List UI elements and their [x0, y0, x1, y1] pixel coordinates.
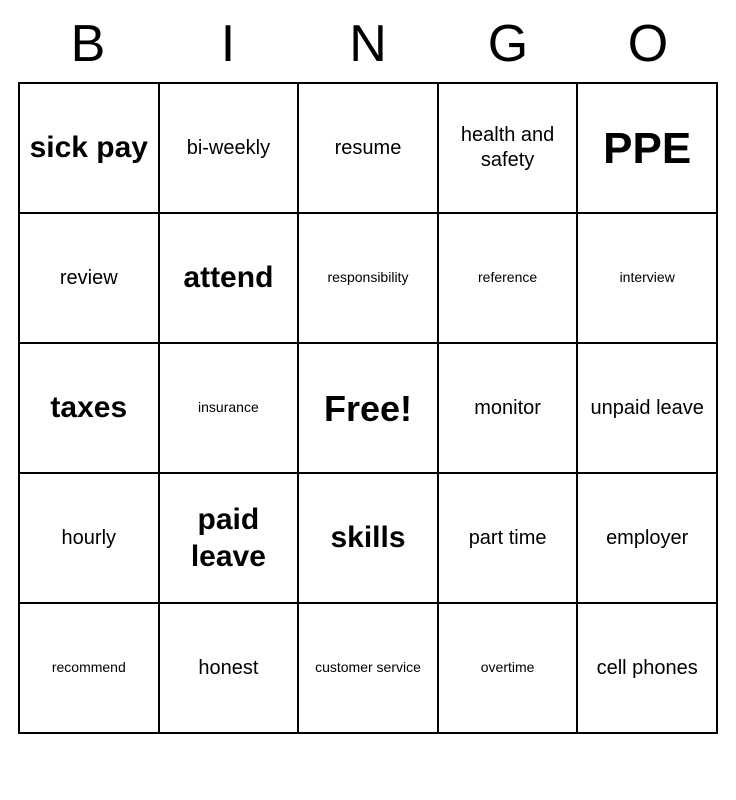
bingo-cell-7: responsibility: [299, 214, 439, 344]
bingo-cell-6: attend: [160, 214, 300, 344]
cell-text-8: reference: [478, 269, 537, 287]
cell-text-17: skills: [330, 519, 405, 557]
cell-text-14: unpaid leave: [590, 396, 703, 421]
cell-text-1: bi-weekly: [187, 136, 270, 161]
cell-text-18: part time: [469, 526, 547, 551]
bingo-cell-9: interview: [578, 214, 718, 344]
cell-text-10: taxes: [50, 389, 127, 427]
cell-text-3: health and safety: [445, 123, 571, 173]
cell-text-5: review: [60, 266, 118, 291]
bingo-cell-3: health and safety: [439, 84, 579, 214]
cell-text-11: insurance: [198, 399, 259, 417]
header-letter-O: O: [578, 10, 718, 78]
cell-text-23: overtime: [481, 659, 535, 677]
cell-text-9: interview: [620, 269, 675, 287]
cell-text-13: monitor: [474, 396, 541, 421]
cell-text-24: cell phones: [597, 656, 698, 681]
bingo-cell-12: Free!: [299, 344, 439, 474]
bingo-cell-16: paid leave: [160, 474, 300, 604]
bingo-cell-4: PPE: [578, 84, 718, 214]
header-letter-B: B: [18, 10, 158, 78]
bingo-cell-2: resume: [299, 84, 439, 214]
bingo-grid: sick pay bi-weekly resume health and safety…: [18, 82, 718, 734]
cell-text-7: responsibility: [328, 269, 409, 287]
bingo-cell-15: hourly: [20, 474, 160, 604]
header-letter-I: I: [158, 10, 298, 78]
bingo-cell-10: taxes: [20, 344, 160, 474]
cell-text-21: honest: [198, 656, 258, 681]
cell-text-15: hourly: [62, 526, 116, 551]
bingo-header: BINGO: [18, 10, 718, 78]
cell-text-2: resume: [335, 136, 402, 161]
bingo-cell-8: reference: [439, 214, 579, 344]
bingo-cell-22: customer service: [299, 604, 439, 734]
header-letter-G: G: [438, 10, 578, 78]
bingo-cell-20: recommend: [20, 604, 160, 734]
cell-text-16: paid leave: [166, 501, 292, 576]
bingo-cell-19: employer: [578, 474, 718, 604]
cell-text-4: PPE: [603, 121, 691, 176]
bingo-cell-17: skills: [299, 474, 439, 604]
bingo-cell-1: bi-weekly: [160, 84, 300, 214]
bingo-cell-11: insurance: [160, 344, 300, 474]
bingo-cell-18: part time: [439, 474, 579, 604]
bingo-cell-14: unpaid leave: [578, 344, 718, 474]
bingo-cell-13: monitor: [439, 344, 579, 474]
cell-text-12: Free!: [324, 386, 412, 431]
cell-text-6: attend: [183, 259, 273, 297]
cell-text-19: employer: [606, 526, 688, 551]
header-letter-N: N: [298, 10, 438, 78]
cell-text-20: recommend: [52, 659, 126, 677]
cell-text-0: sick pay: [30, 129, 148, 167]
bingo-cell-0: sick pay: [20, 84, 160, 214]
bingo-cell-5: review: [20, 214, 160, 344]
bingo-card: BINGO sick pay bi-weekly resume health and …: [18, 10, 718, 734]
bingo-cell-24: cell phones: [578, 604, 718, 734]
cell-text-22: customer service: [315, 659, 421, 677]
bingo-cell-23: overtime: [439, 604, 579, 734]
bingo-cell-21: honest: [160, 604, 300, 734]
